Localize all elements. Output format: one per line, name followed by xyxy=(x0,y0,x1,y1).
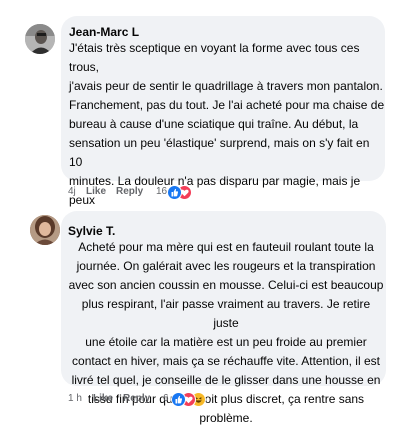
comment-bubble: Jean-Marc L J'étais très sceptique en vo… xyxy=(61,16,385,245)
comment: Sylvie T. Acheté pour ma mère qui est en… xyxy=(0,205,416,425)
like-button[interactable]: Like xyxy=(86,185,106,199)
reaction-count[interactable]: 16 xyxy=(156,185,167,199)
reaction-icons[interactable] xyxy=(167,185,197,200)
comment-time[interactable]: 1 h xyxy=(68,392,82,406)
reply-button[interactable]: Reply xyxy=(123,392,150,406)
reply-button[interactable]: Reply xyxy=(116,185,143,199)
like-button[interactable]: Like xyxy=(93,392,113,406)
comment: Jean-Marc L J'étais très sceptique en vo… xyxy=(0,0,416,245)
comment-bubble: Sylvie T. Acheté pour ma mère qui est en… xyxy=(61,211,386,425)
comment-actions: 4j Like Reply 16 xyxy=(68,185,218,200)
comment-actions: 1 h Like Reply 6 xyxy=(68,392,218,407)
comment-author[interactable]: Sylvie T. xyxy=(68,224,115,238)
avatar-photo-icon xyxy=(30,215,60,245)
comment-author[interactable]: Jean-Marc L xyxy=(69,25,139,39)
comment-time[interactable]: 4j xyxy=(68,185,76,199)
avatar-photo-icon xyxy=(25,24,55,54)
reaction-icons[interactable] xyxy=(171,392,211,407)
avatar[interactable] xyxy=(25,24,55,54)
reaction-count[interactable]: 6 xyxy=(163,392,169,406)
like-reaction-icon xyxy=(171,392,186,407)
like-reaction-icon xyxy=(167,185,182,200)
avatar[interactable] xyxy=(30,215,60,245)
